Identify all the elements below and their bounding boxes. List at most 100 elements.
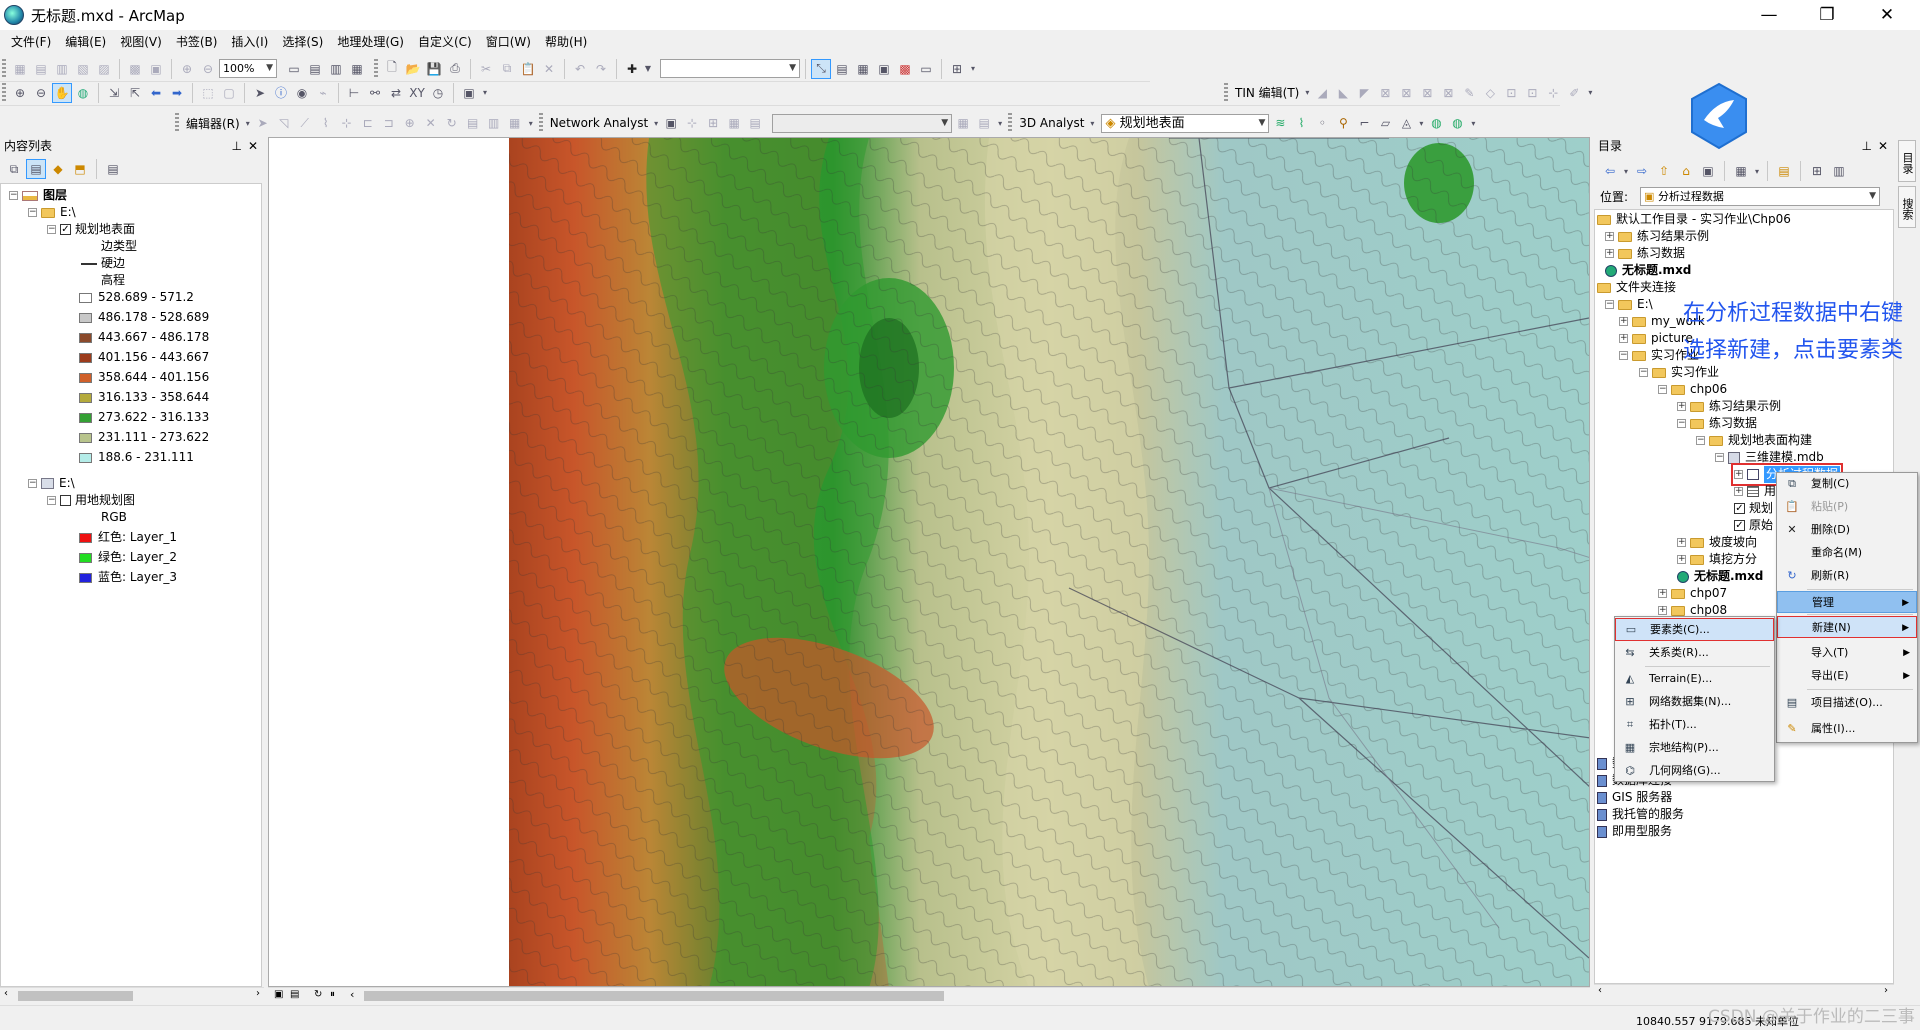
- expand-toggle[interactable]: +: [1677, 402, 1686, 411]
- minimize-button[interactable]: —: [1742, 0, 1796, 30]
- band-color-swatch[interactable]: [79, 532, 92, 543]
- catalog-tree-icon[interactable]: ▥: [1829, 161, 1849, 181]
- toolbar-grip[interactable]: [175, 113, 179, 133]
- layout-view-icon[interactable]: ▤: [290, 989, 299, 1000]
- submenu-geometric-network[interactable]: ⌬ 几何网络(G)...: [1615, 760, 1774, 782]
- straight-segment-icon[interactable]: ⟋: [295, 113, 315, 133]
- undo-icon[interactable]: ↶: [570, 59, 590, 79]
- toc-elevation-class[interactable]: 528.689 - 571.2: [79, 289, 194, 306]
- graphics-tool-icon[interactable]: ▥: [52, 59, 72, 79]
- toolbar-options-icon[interactable]: ▾: [1468, 113, 1478, 133]
- catalog-tree-item[interactable]: ✓ 规划: [1734, 500, 1773, 517]
- na-tool-icon[interactable]: ▦: [724, 113, 744, 133]
- toolbar-grip[interactable]: [1008, 113, 1013, 133]
- network-layer-combo[interactable]: ▼: [772, 113, 953, 133]
- band-color-swatch[interactable]: [79, 552, 92, 563]
- tin-tool-icon[interactable]: ⊡: [1522, 83, 1542, 103]
- tin-surface-map[interactable]: [269, 138, 1590, 987]
- map-scroll-thumb[interactable]: [364, 991, 944, 1001]
- ctx-rename[interactable]: 重命名(M): [1777, 542, 1917, 564]
- toc-elevation-class[interactable]: 401.156 - 443.667: [79, 349, 209, 366]
- toc-options-icon[interactable]: ▤: [103, 159, 123, 179]
- catalog-tree-item[interactable]: 无标题.mxd: [1605, 262, 1691, 279]
- split-icon[interactable]: ⊐: [379, 113, 399, 133]
- zoom-percent-combo[interactable]: 100% ▼: [219, 59, 277, 78]
- network-analyst-dropdown-icon[interactable]: ▾: [652, 113, 660, 133]
- go-to-xy-icon[interactable]: XY: [407, 83, 427, 103]
- toc-rgb-band[interactable]: 红色: Layer_1: [79, 529, 177, 546]
- ctx-copy[interactable]: ⧉ 复制(C): [1777, 473, 1917, 495]
- catalog-tree-item[interactable]: + 填挖方分: [1677, 551, 1757, 568]
- zoom-out-icon[interactable]: ⊖: [31, 83, 51, 103]
- identify-icon[interactable]: ⓘ: [271, 83, 291, 103]
- back-icon[interactable]: ⇦: [1600, 161, 1620, 181]
- toolbar-options-icon[interactable]: ▾: [1585, 83, 1595, 103]
- menu-edit[interactable]: 编辑(E): [58, 31, 113, 53]
- pause-drawing-icon[interactable]: ⏸: [330, 989, 335, 1000]
- menu-bookmarks[interactable]: 书签(B): [169, 31, 225, 53]
- submenu-parcel-fabric[interactable]: ▦ 宗地结构(P)...: [1615, 737, 1774, 759]
- tin-tool-icon[interactable]: ⊠: [1396, 83, 1416, 103]
- class-color-swatch[interactable]: [79, 452, 92, 463]
- catalog-tree-item[interactable]: 我托管的服务: [1597, 806, 1684, 823]
- toc-horizontal-scrollbar[interactable]: ‹ ›: [0, 987, 264, 1003]
- catalog-window-icon[interactable]: ▦: [853, 59, 873, 79]
- arctoolbox-icon[interactable]: ▩: [895, 59, 915, 79]
- catalog-tree-item[interactable]: 默认工作目录 - 实习作业\Chp06: [1597, 211, 1791, 228]
- catalog-tree-item[interactable]: + 用: [1734, 483, 1776, 500]
- menu-help[interactable]: 帮助(H): [538, 31, 594, 53]
- interpolate-polygon-icon[interactable]: ▱: [1375, 113, 1395, 133]
- home-folder-icon[interactable]: ⌂: [1676, 161, 1696, 181]
- html-popup-icon[interactable]: ◉: [292, 83, 312, 103]
- attributes-icon[interactable]: ▤: [463, 113, 483, 133]
- expand-toggle[interactable]: +: [1658, 589, 1667, 598]
- expand-toggle[interactable]: +: [1677, 555, 1686, 564]
- toc-layer-tin[interactable]: − ✓ 规划地表面: [47, 221, 135, 238]
- print-icon[interactable]: ⎙: [445, 59, 465, 79]
- catalog-tree-item[interactable]: 无标题.mxd: [1677, 568, 1763, 585]
- expand-toggle[interactable]: +: [1734, 487, 1743, 496]
- hyperlink-icon[interactable]: ⌁: [313, 83, 333, 103]
- add-data-dropdown-icon[interactable]: ▼: [643, 59, 653, 79]
- create-viewer-window-icon[interactable]: ▣: [459, 83, 479, 103]
- toggle-contents-icon[interactable]: ▤: [1774, 161, 1794, 181]
- scroll-left-icon[interactable]: ‹: [350, 988, 354, 1001]
- location-combo[interactable]: ▣ 分析过程数据 ▼: [1640, 186, 1881, 206]
- tin-tool-icon[interactable]: ✎: [1459, 83, 1479, 103]
- map-view[interactable]: [268, 137, 1590, 987]
- catalog-tree-item[interactable]: + 坡度坡向: [1677, 534, 1757, 551]
- refresh-map-icon[interactable]: ↻: [314, 989, 322, 1000]
- toolbar-grip[interactable]: [2, 58, 6, 79]
- tin-tool-icon[interactable]: ⊠: [1417, 83, 1437, 103]
- open-folder-icon[interactable]: 📂: [403, 59, 423, 79]
- toolbar-grip[interactable]: [538, 113, 543, 133]
- tin-tool-icon[interactable]: ⊠: [1438, 83, 1458, 103]
- 3d-layer-combo[interactable]: ◈ 规划地表面 ▼: [1101, 113, 1270, 133]
- side-tab-catalog[interactable]: 目录: [1898, 140, 1916, 182]
- clear-selection-icon[interactable]: ▢: [219, 83, 239, 103]
- graphics-tool-icon[interactable]: ▧: [73, 59, 93, 79]
- na-tool-icon[interactable]: ⊹: [682, 113, 702, 133]
- forward-icon[interactable]: ⇨: [1632, 161, 1652, 181]
- graphics-tool-icon[interactable]: ▨: [94, 59, 114, 79]
- back-extent-icon[interactable]: ⬅: [146, 83, 166, 103]
- redo-icon[interactable]: ↷: [591, 59, 611, 79]
- toc-workspace-1[interactable]: − E:\: [28, 204, 76, 221]
- fixed-zoom-out-icon[interactable]: ⇱: [125, 83, 145, 103]
- steepest-path-icon[interactable]: ⌇: [1291, 113, 1311, 133]
- ctx-new[interactable]: 新建(N) ▶: [1777, 616, 1917, 638]
- find-binoculars-icon[interactable]: ⚯: [365, 83, 385, 103]
- layout-view-icon[interactable]: ▭: [284, 59, 304, 79]
- menu-geoprocessing[interactable]: 地理处理(G): [330, 31, 411, 53]
- na-tool-icon[interactable]: ⊞: [703, 113, 723, 133]
- editor-toolbar-icon[interactable]: ⤡: [811, 58, 831, 79]
- scroll-thumb[interactable]: [18, 991, 133, 1001]
- catalog-options-icon[interactable]: ⊞: [1807, 161, 1827, 181]
- view-dropdown-icon[interactable]: ▾: [1753, 161, 1761, 181]
- toolbar-grip[interactable]: [2, 82, 6, 103]
- graphics-tool-icon[interactable]: ▦: [10, 59, 30, 79]
- toc-elevation-class[interactable]: 358.644 - 401.156: [79, 369, 209, 386]
- toc-rgb-band[interactable]: 绿色: Layer_2: [79, 549, 177, 566]
- close-button[interactable]: ✕: [1860, 0, 1914, 30]
- cut-polygons-icon[interactable]: ⊕: [400, 113, 420, 133]
